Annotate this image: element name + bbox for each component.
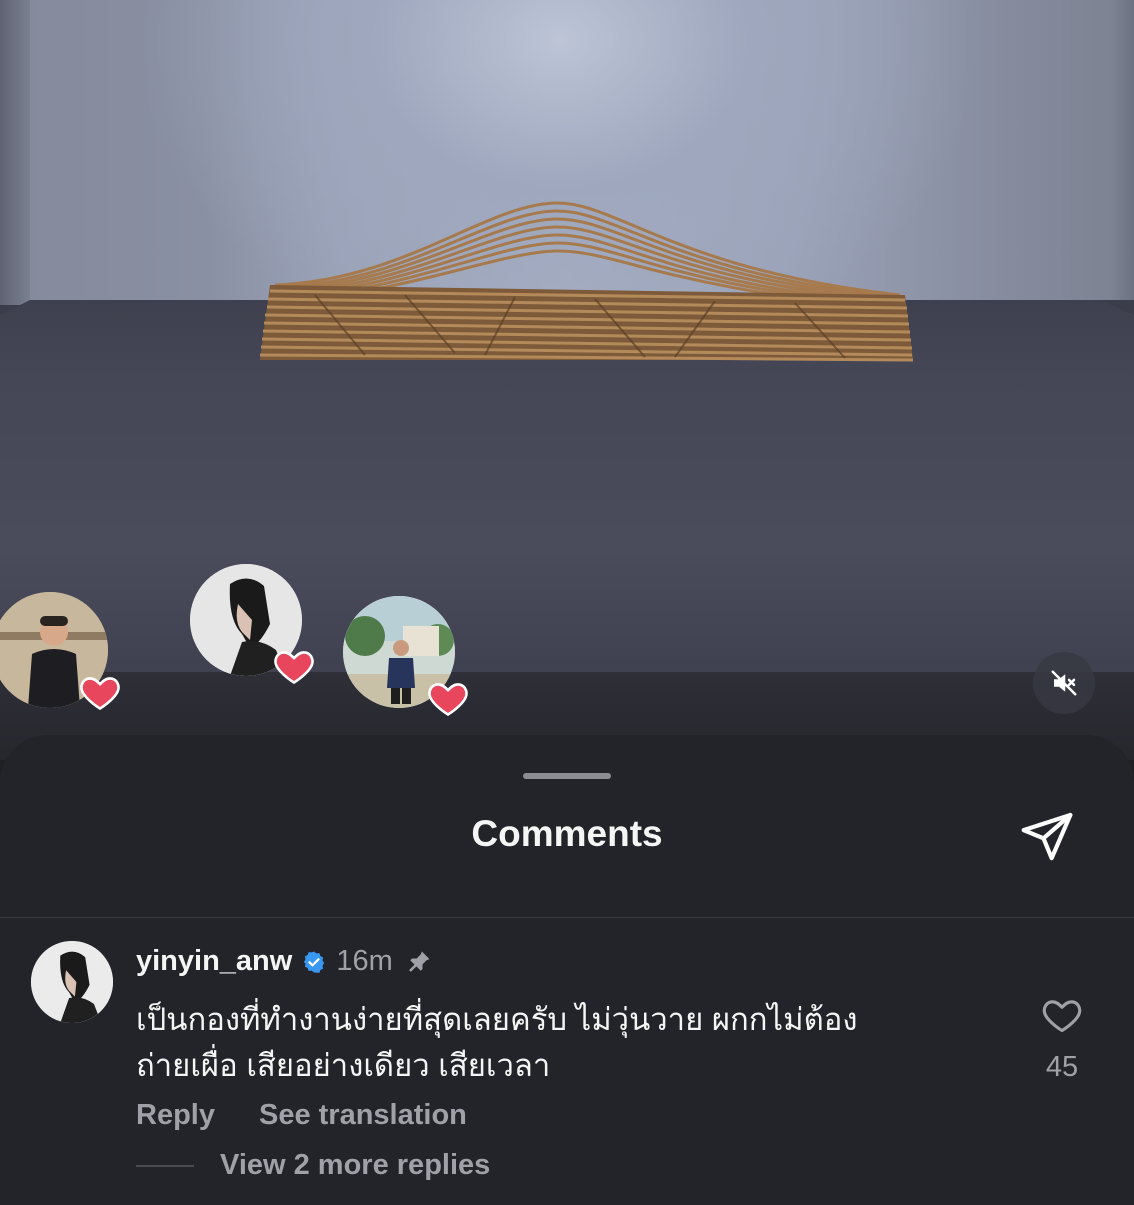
- comment-time: 16m: [336, 945, 393, 977]
- verified-badge-icon: [304, 951, 325, 973]
- mute-button[interactable]: [1033, 652, 1095, 714]
- replies-line: [136, 1164, 194, 1167]
- commenter-avatar[interactable]: [31, 941, 113, 1023]
- comments-sheet: Comments yinyin_anw 16m เป็นกองที่ทำงานง…: [0, 735, 1134, 1205]
- comment-username[interactable]: yinyin_anw: [136, 945, 292, 978]
- speaker-muted-icon: [1051, 670, 1077, 696]
- comment-text-line: ถ่ายเผื่อ เสียอย่างเดียว เสียเวลา: [136, 1048, 551, 1083]
- divider: [0, 917, 1134, 918]
- comment-header: yinyin_anw 16m: [136, 945, 433, 978]
- pin-icon: [408, 951, 430, 972]
- sheet-title: Comments: [471, 813, 663, 854]
- comment-text-line: เป็นกองที่ทำงานง่ายที่สุดเลยครับ ไม่วุ่น…: [136, 1002, 858, 1037]
- heart-icon: [428, 683, 468, 717]
- heart-outline-icon[interactable]: [1040, 993, 1084, 1037]
- reply-button[interactable]: Reply: [136, 1099, 215, 1132]
- share-button[interactable]: [1016, 807, 1078, 865]
- sheet-grabber[interactable]: [523, 773, 611, 779]
- send-icon: [1021, 812, 1073, 861]
- wall-edge: [0, 0, 30, 305]
- bench-sculpture: [259, 201, 914, 362]
- heart-icon: [274, 651, 314, 685]
- view-replies-label: View 2 more replies: [220, 1149, 491, 1181]
- person-photo: [31, 941, 113, 1023]
- comment-text: เป็นกองที่ทำงานง่ายที่สุดเลยครับ ไม่วุ่น…: [136, 997, 966, 1089]
- comment-actions: Reply See translation: [136, 1099, 467, 1132]
- see-translation-button[interactable]: See translation: [259, 1099, 467, 1132]
- heart-icon: [80, 677, 120, 711]
- post-media[interactable]: [0, 0, 1134, 760]
- like-count: 45: [1045, 1051, 1079, 1083]
- view-replies-button[interactable]: View 2 more replies: [136, 1149, 490, 1182]
